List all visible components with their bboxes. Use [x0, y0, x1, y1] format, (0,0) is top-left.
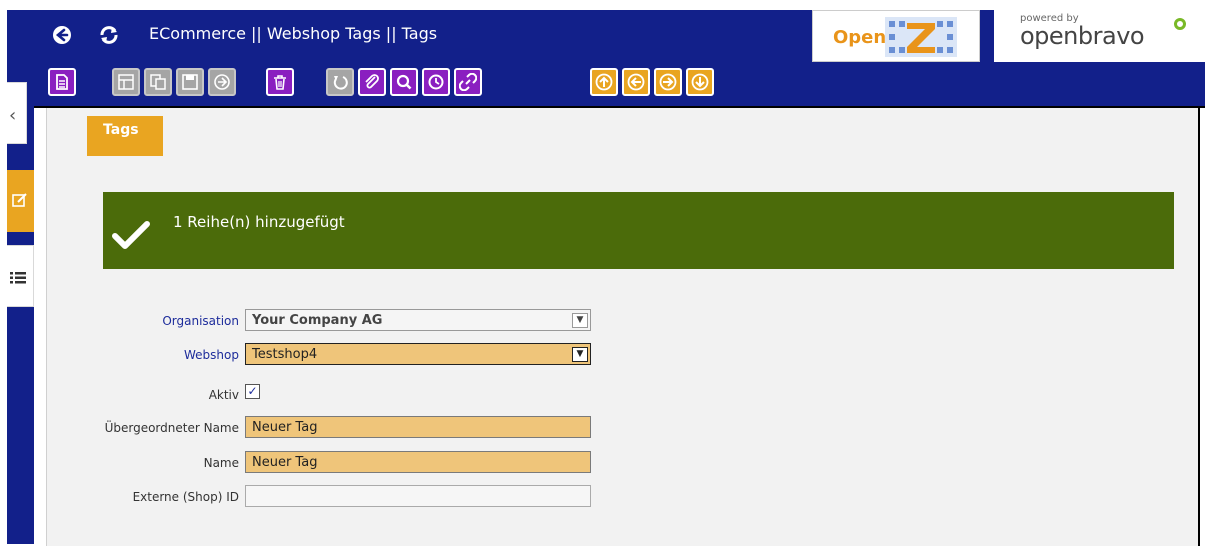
save-button[interactable]: [176, 68, 204, 96]
name-label: Name: [203, 456, 239, 470]
edit-view-tab[interactable]: [7, 170, 34, 232]
next-record-button[interactable]: [654, 68, 682, 96]
organisation-field: Your Company AG ▼: [245, 309, 591, 331]
linked-items-button[interactable]: [454, 68, 482, 96]
clock-icon: [428, 74, 444, 90]
parent-name-input[interactable]: Neuer Tag: [245, 416, 591, 438]
parent-name-row: Übergeordneter Name Neuer Tag: [47, 416, 647, 440]
last-record-button[interactable]: [686, 68, 714, 96]
chevron-left-icon: ‹: [9, 105, 17, 126]
parent-name-label: Übergeordneter Name: [104, 421, 239, 435]
checkmark-icon: [112, 221, 150, 249]
grid-view-tab[interactable]: [7, 245, 34, 307]
layout-icon: [118, 74, 134, 90]
openz-logo-text: Open: [833, 27, 887, 48]
paperclip-icon: [365, 74, 379, 89]
aktiv-row: Aktiv ✓: [47, 384, 647, 408]
openbravo-logo: powered by openbravo: [994, 10, 1205, 62]
window-title: ECommerce || Webshop Tags || Tags: [149, 24, 438, 43]
arrow-down-icon: [691, 73, 709, 91]
tab-tags[interactable]: Tags: [87, 116, 163, 156]
toolbar: [34, 62, 1205, 106]
chevron-down-icon[interactable]: ▼: [572, 347, 588, 362]
save-exit-icon: [214, 74, 230, 90]
new-document-button[interactable]: [48, 68, 76, 96]
copy-icon: [150, 74, 166, 90]
openz-logo: Open: [812, 10, 980, 62]
arrow-left-icon: [627, 73, 645, 91]
new-document-icon: [56, 74, 68, 90]
name-row: Name Neuer Tag: [47, 451, 647, 475]
first-record-button[interactable]: [590, 68, 618, 96]
webshop-row: Webshop Testshop4 ▼: [47, 343, 647, 367]
main-panel: Tags 1 Reihe(n) hinzugefügt Organisation…: [34, 106, 1205, 546]
arrow-right-icon: [659, 73, 677, 91]
refresh-icon[interactable]: [98, 25, 118, 45]
history-button[interactable]: [422, 68, 450, 96]
search-button[interactable]: [390, 68, 418, 96]
save-icon: [182, 74, 198, 90]
delete-button[interactable]: [266, 68, 294, 96]
collapse-panel-button[interactable]: ‹: [7, 82, 27, 144]
attachment-button[interactable]: [358, 68, 386, 96]
list-icon: [10, 272, 26, 284]
external-id-row: Externe (Shop) ID: [47, 485, 647, 509]
link-icon: [459, 73, 477, 91]
undo-button[interactable]: [326, 68, 354, 96]
back-arrow-icon[interactable]: [52, 25, 72, 45]
arrow-up-icon: [595, 73, 613, 91]
success-message: 1 Reihe(n) hinzugefügt: [103, 192, 1174, 269]
external-id-input[interactable]: [245, 485, 591, 507]
aktiv-label: Aktiv: [208, 388, 239, 402]
webshop-select[interactable]: Testshop4 ▼: [245, 343, 591, 365]
trash-icon: [274, 75, 286, 90]
name-input[interactable]: Neuer Tag: [245, 451, 591, 473]
window-header: ECommerce || Webshop Tags || Tags Open p…: [34, 10, 1205, 62]
success-message-text: 1 Reihe(n) hinzugefügt: [173, 213, 345, 231]
grid-layout-button[interactable]: [112, 68, 140, 96]
form-area: Tags 1 Reihe(n) hinzugefügt Organisation…: [46, 108, 1200, 546]
aktiv-checkbox[interactable]: ✓: [245, 384, 260, 399]
organisation-label: Organisation: [162, 314, 239, 328]
openbravo-swirl-icon: [1174, 18, 1186, 30]
webshop-value: Testshop4: [252, 347, 318, 362]
openz-grid-graphic: [885, 17, 957, 57]
external-id-label: Externe (Shop) ID: [132, 490, 239, 504]
copy-record-button[interactable]: [144, 68, 172, 96]
save-and-exit-button[interactable]: [208, 68, 236, 96]
previous-record-button[interactable]: [622, 68, 650, 96]
undo-icon: [333, 76, 348, 90]
organisation-row: Organisation Your Company AG ▼: [47, 309, 647, 333]
organisation-value: Your Company AG: [252, 313, 383, 328]
webshop-label: Webshop: [184, 348, 239, 362]
chevron-down-icon: ▼: [572, 313, 588, 328]
openbravo-logo-text: openbravo: [1020, 22, 1145, 50]
search-icon: [396, 74, 412, 90]
edit-icon: [12, 193, 27, 207]
